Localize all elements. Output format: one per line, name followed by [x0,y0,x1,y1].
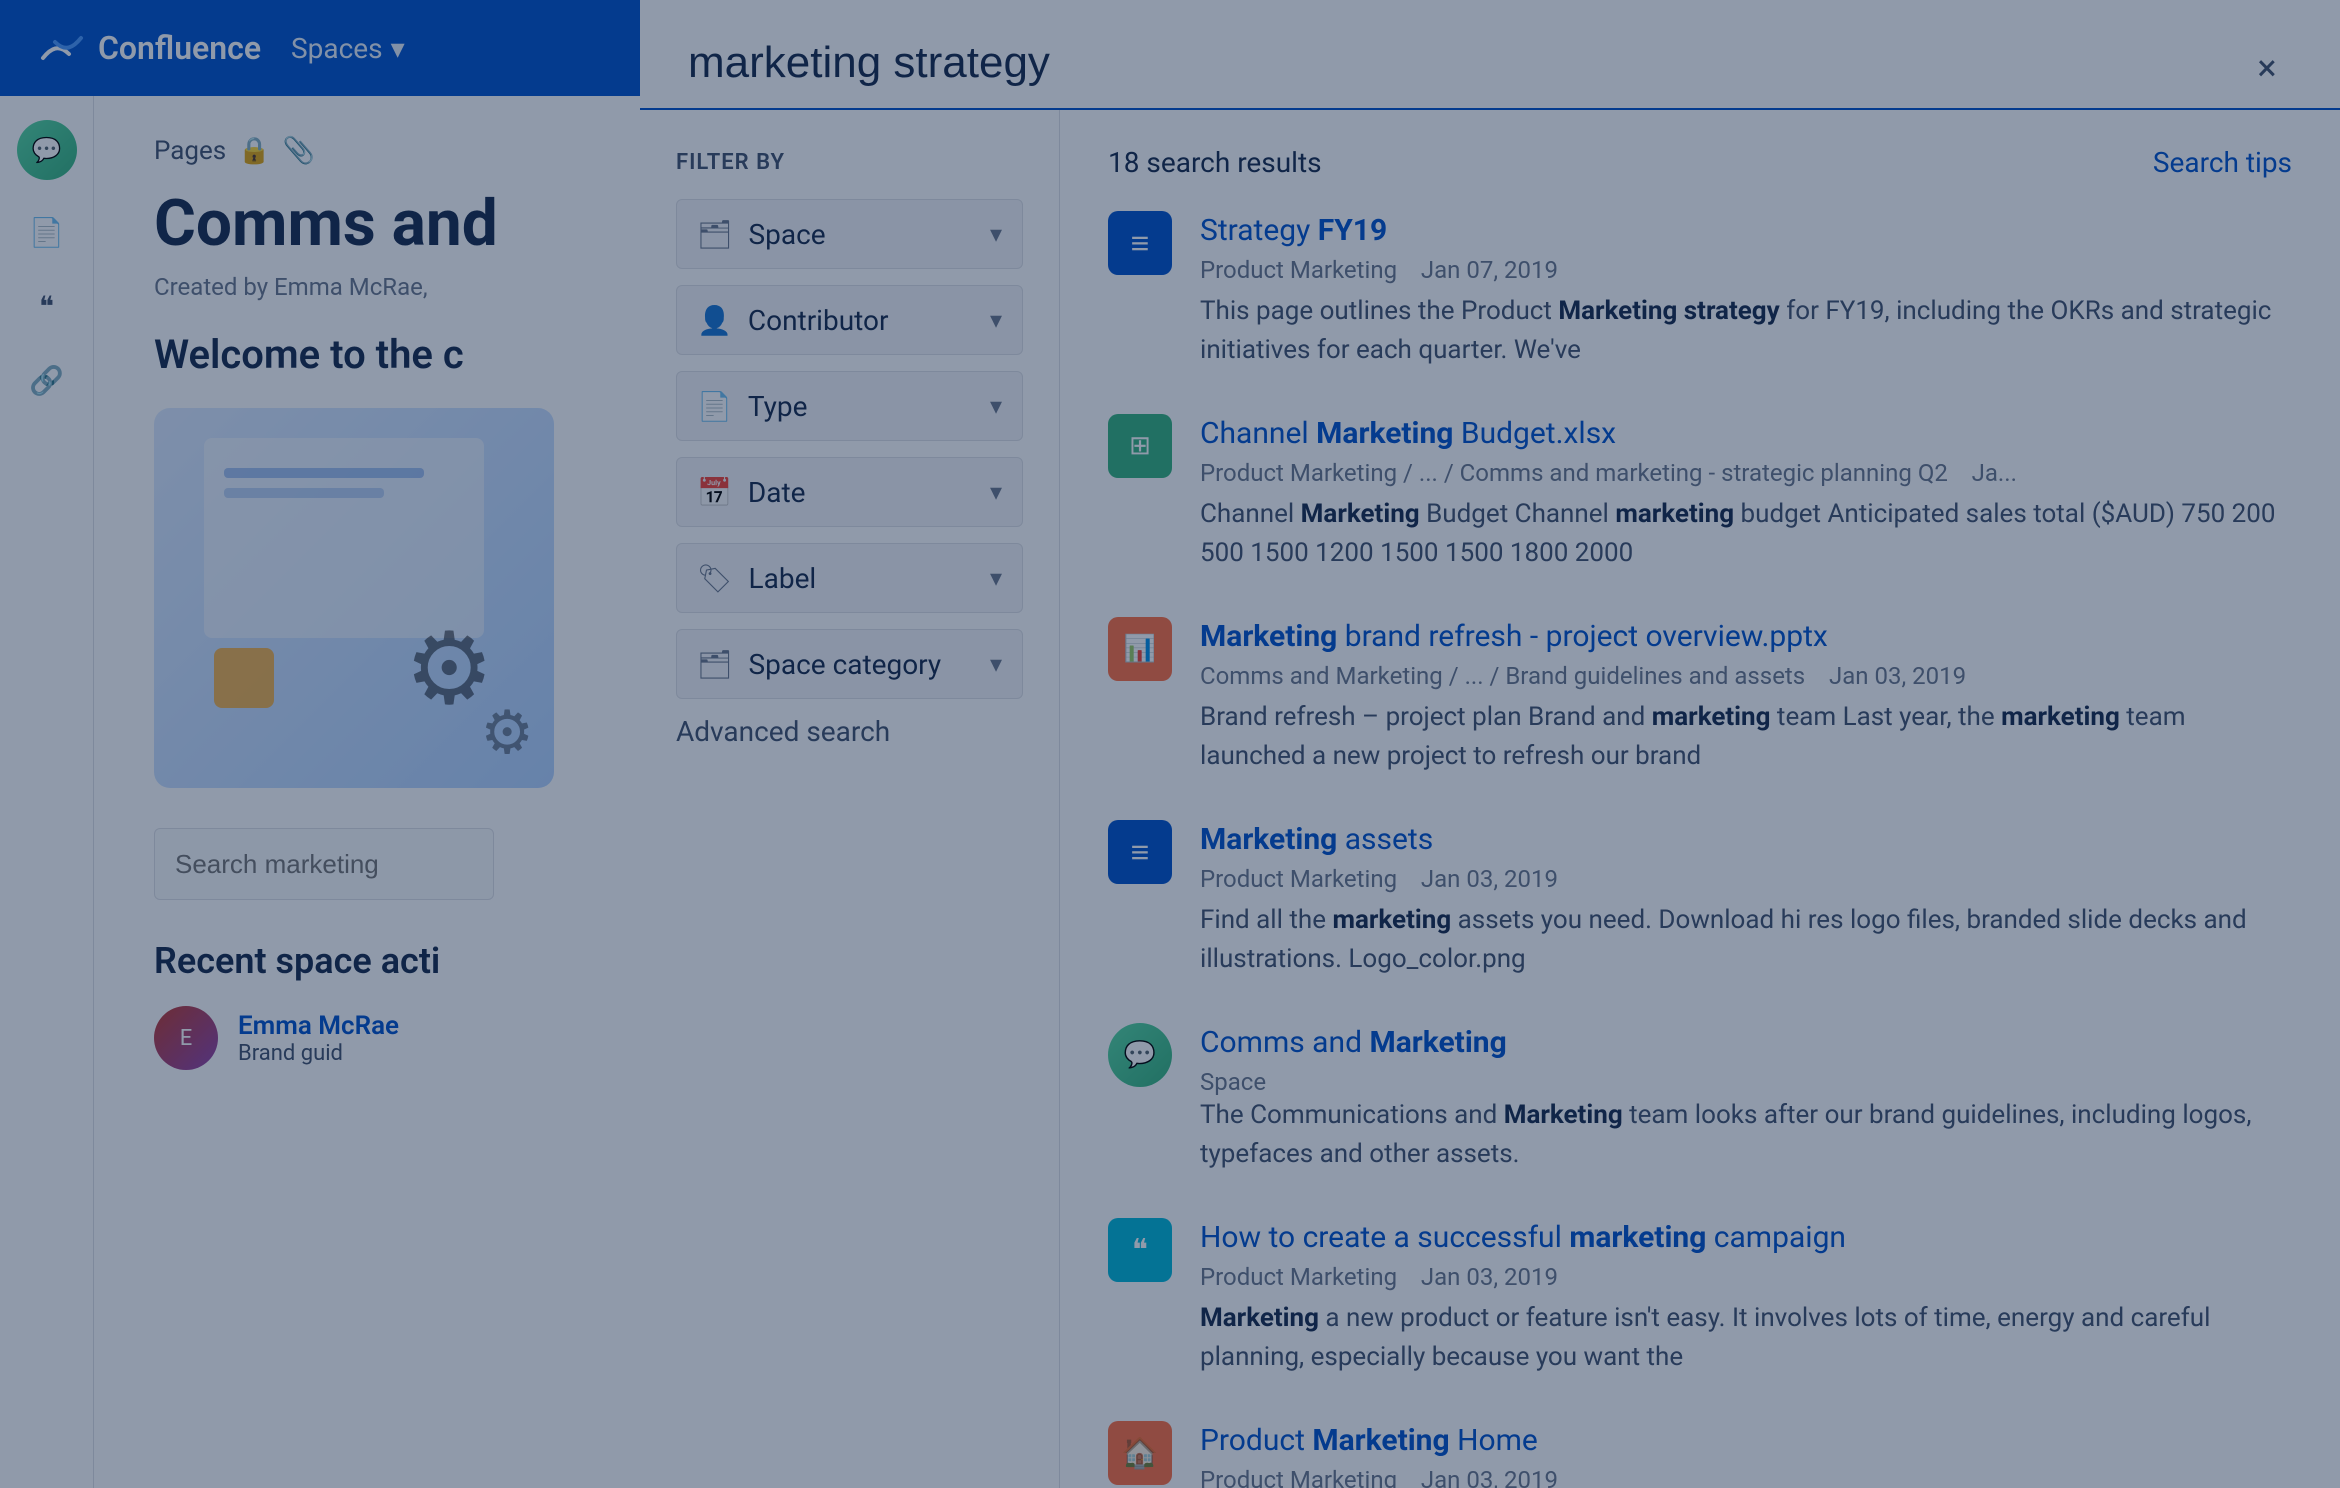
search-overlay[interactable] [0,0,2340,1488]
